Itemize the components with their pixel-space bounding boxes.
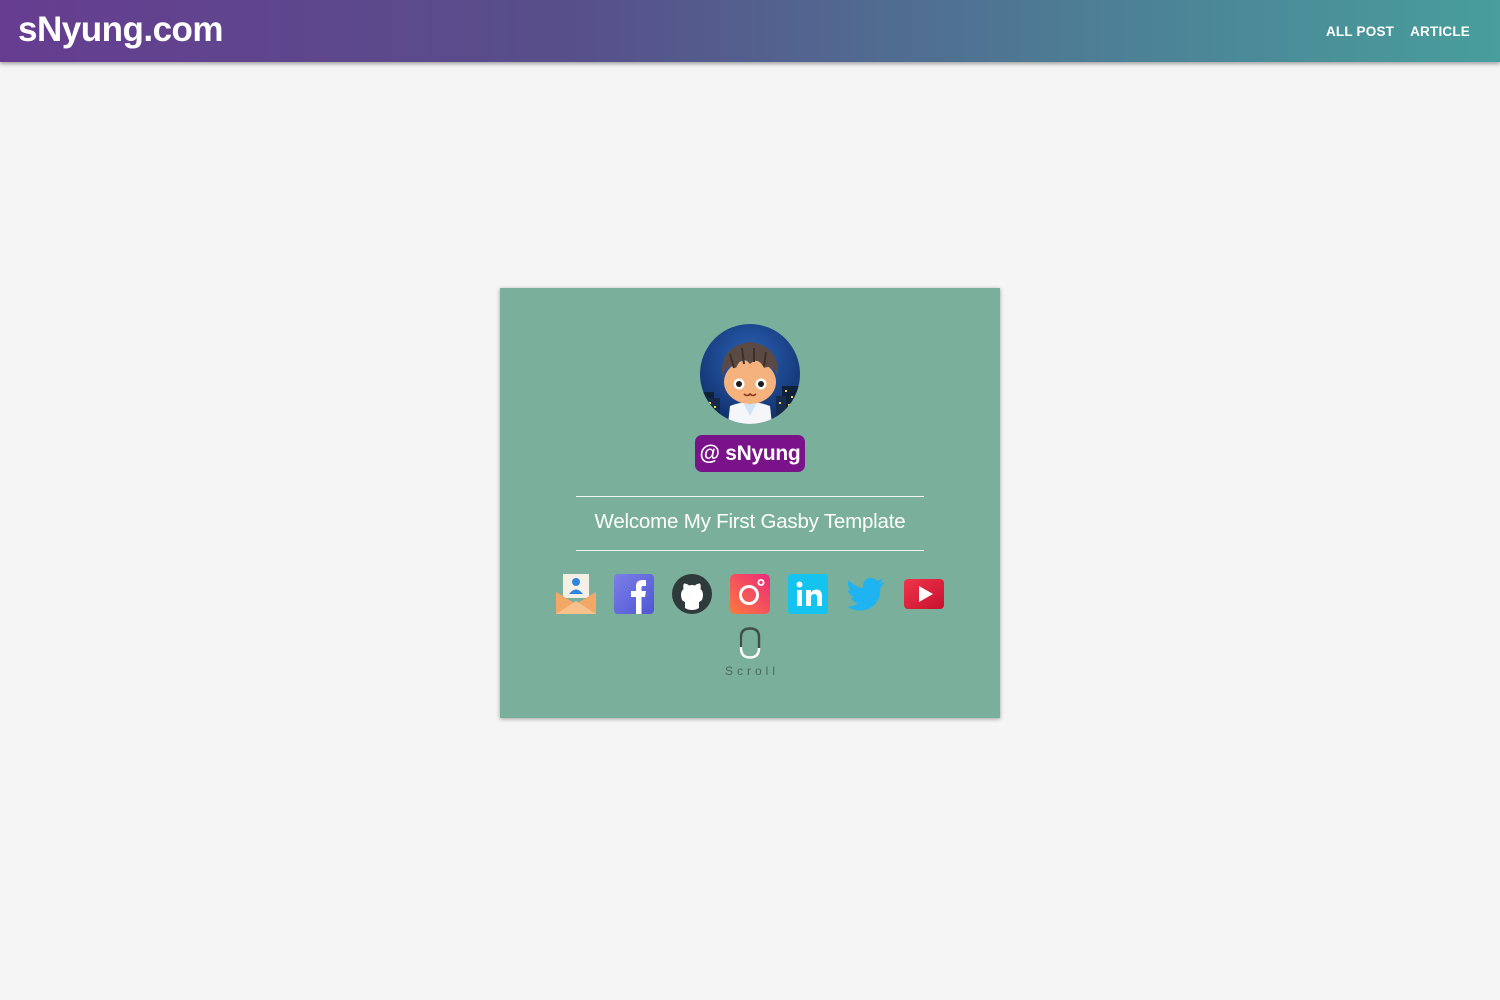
github-link[interactable] bbox=[672, 574, 712, 614]
email-link[interactable] bbox=[556, 574, 596, 614]
youtube-icon bbox=[904, 579, 944, 609]
social-links bbox=[556, 574, 944, 614]
welcome-message: Welcome My First Gasby Template bbox=[594, 510, 906, 533]
facebook-link[interactable] bbox=[614, 574, 654, 614]
facebook-icon bbox=[614, 574, 654, 614]
nav-all-post-link[interactable]: ALL POST bbox=[1326, 24, 1394, 39]
avatar-illustration bbox=[700, 324, 800, 424]
scroll-mouse-icon bbox=[739, 627, 761, 659]
scroll-hint-label: Scroll bbox=[724, 664, 779, 678]
divider-bottom bbox=[576, 550, 924, 551]
youtube-link[interactable] bbox=[904, 574, 944, 614]
twitter-icon bbox=[847, 578, 884, 611]
top-navigation-bar: sNyung.com ALL POST ARTICLE bbox=[0, 0, 1500, 62]
linkedin-icon bbox=[788, 574, 828, 614]
site-logo-link[interactable]: sNyung.com bbox=[18, 10, 224, 50]
email-icon bbox=[556, 574, 596, 614]
instagram-link[interactable] bbox=[730, 574, 770, 614]
main-nav: ALL POST ARTICLE bbox=[1326, 24, 1470, 39]
linkedin-link[interactable] bbox=[788, 574, 828, 614]
github-icon bbox=[672, 574, 712, 614]
profile-handle-badge[interactable]: @ sNyung bbox=[695, 435, 805, 472]
divider-top bbox=[576, 496, 924, 497]
avatar bbox=[700, 324, 800, 424]
nav-article-link[interactable]: ARTICLE bbox=[1410, 24, 1470, 39]
twitter-link[interactable] bbox=[846, 574, 886, 614]
profile-card: @ sNyung Welcome My First Gasby Template bbox=[500, 288, 1000, 718]
instagram-icon bbox=[730, 574, 770, 614]
